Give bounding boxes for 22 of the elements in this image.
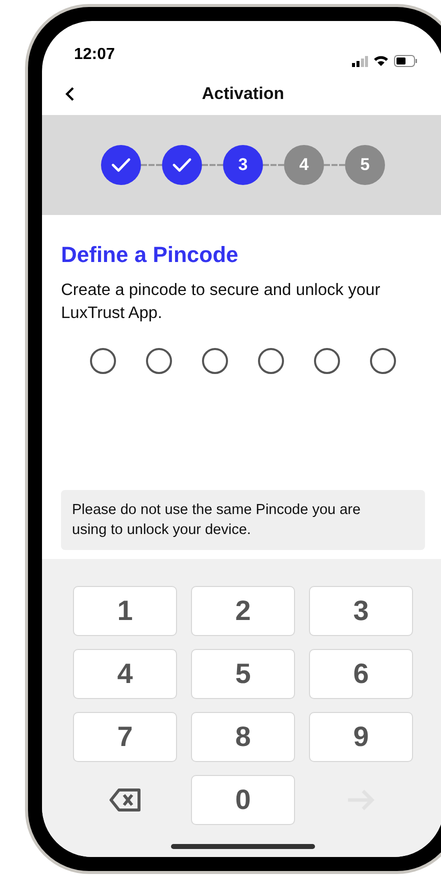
description-text: Create a pincode to secure and unlock your LuxTrust App. — [61, 280, 382, 324]
checkmark-icon — [172, 157, 192, 173]
battery-icon — [394, 55, 418, 67]
backspace-icon — [109, 788, 141, 812]
keypad-key[interactable]: 2 — [191, 586, 295, 636]
notice-text: Please do not use the same Pincode you are using to unlock your device. — [72, 501, 362, 540]
keypad-key[interactable]: 4 — [73, 649, 177, 699]
status-time: 12:07 — [74, 45, 115, 65]
keypad-key[interactable]: 5 — [191, 649, 295, 699]
checkmark-icon — [111, 157, 131, 173]
page-heading: Define a Pincode — [61, 241, 240, 269]
keypad-key[interactable]: 0 — [191, 775, 295, 825]
keypad-key[interactable]: 3 — [309, 586, 413, 636]
back-chevron-icon — [65, 86, 75, 102]
wifi-icon — [373, 55, 389, 67]
keypad-key[interactable]: 8 — [191, 712, 295, 762]
keypad-key[interactable]: 7 — [73, 712, 177, 762]
keypad-key[interactable]: 6 — [309, 649, 413, 699]
keypad-key[interactable]: 9 — [309, 712, 413, 762]
screen-title: Activation — [202, 83, 284, 106]
keypad-key[interactable]: 1 — [73, 586, 177, 636]
signal-icon — [352, 56, 368, 66]
